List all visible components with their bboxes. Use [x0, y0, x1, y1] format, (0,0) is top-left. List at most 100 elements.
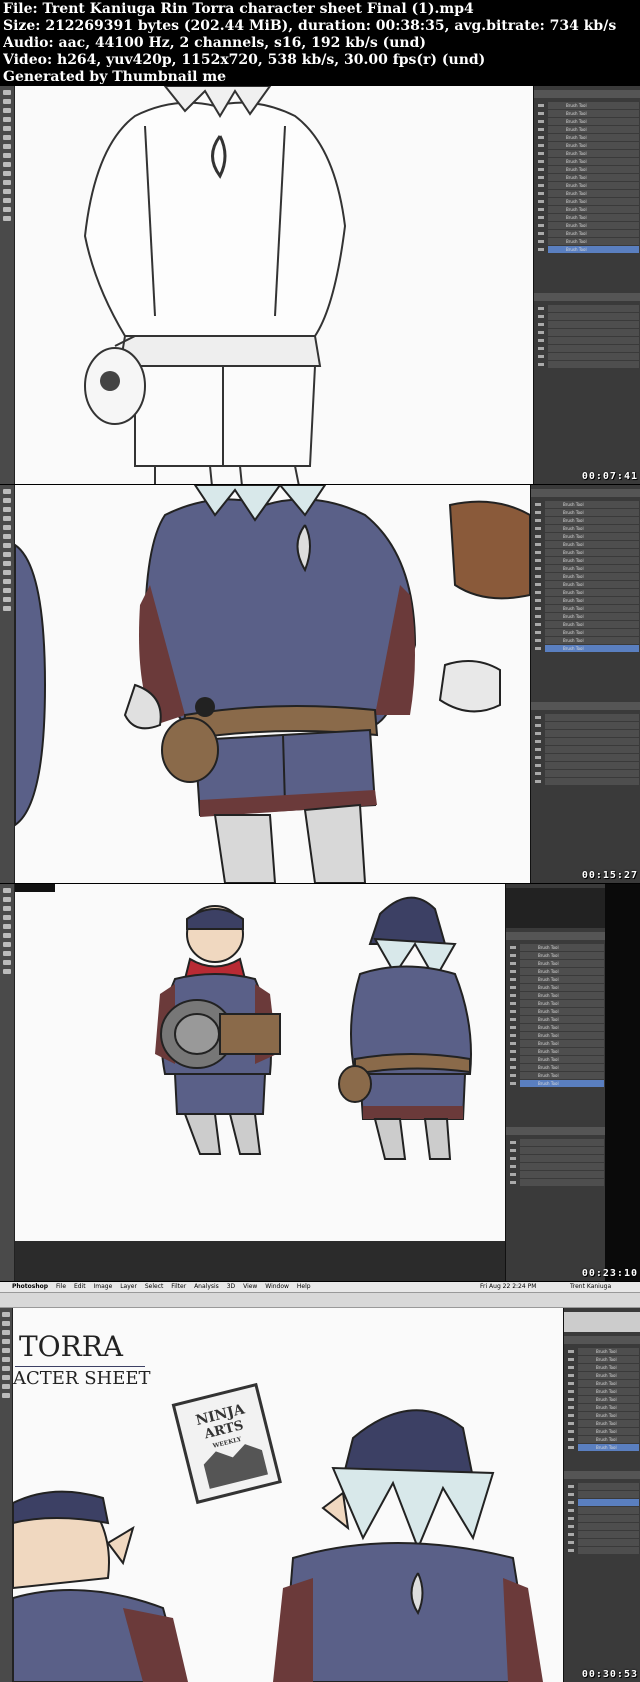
tool-icon[interactable] — [3, 135, 11, 140]
menu-view[interactable]: View — [243, 1283, 257, 1290]
tool-icon[interactable] — [3, 180, 11, 185]
menu-bar[interactable]: Photoshop File Edit Image Layer Select F… — [0, 1282, 640, 1293]
layer-row[interactable]: Brush Tool — [568, 1428, 639, 1435]
layer-row[interactable] — [568, 1499, 639, 1506]
layer-row[interactable] — [568, 1491, 639, 1498]
tool-icon[interactable] — [3, 207, 11, 212]
layer-row[interactable]: Brush Tool — [538, 150, 639, 157]
layer-row[interactable]: Brush Tool — [535, 509, 639, 516]
layer-row[interactable]: Brush Tool — [568, 1444, 639, 1451]
layer-row[interactable]: Brush Tool — [510, 952, 604, 959]
panel-tabs[interactable] — [531, 489, 640, 497]
menu-help[interactable]: Help — [297, 1283, 311, 1290]
tool-icon[interactable] — [3, 489, 11, 494]
tool-icon[interactable] — [3, 525, 11, 530]
tool-icon[interactable] — [3, 498, 11, 503]
layer-row[interactable]: Brush Tool — [538, 238, 639, 245]
layer-row[interactable]: Brush Tool — [535, 517, 639, 524]
layer-row[interactable]: Brush Tool — [510, 1048, 604, 1055]
layer-row[interactable]: Brush Tool — [510, 1008, 604, 1015]
layer-row[interactable]: Brush Tool — [568, 1380, 639, 1387]
tool-icon[interactable] — [3, 189, 11, 194]
tool-icon[interactable] — [3, 888, 11, 893]
menu-filter[interactable]: Filter — [171, 1283, 186, 1290]
layer-row[interactable]: Brush Tool — [538, 206, 639, 213]
tool-icon[interactable] — [2, 1357, 10, 1362]
tool-icon[interactable] — [3, 153, 11, 158]
layer-row[interactable]: Brush Tool — [568, 1420, 639, 1427]
layer-row[interactable]: Brush Tool — [538, 214, 639, 221]
tool-icon[interactable] — [3, 543, 11, 548]
layer-row[interactable]: Brush Tool — [538, 166, 639, 173]
layer-row[interactable] — [538, 337, 639, 344]
layer-row[interactable]: Brush Tool — [568, 1356, 639, 1363]
layer-row[interactable]: Brush Tool — [568, 1372, 639, 1379]
layer-row[interactable] — [538, 329, 639, 336]
canvas[interactable] — [15, 86, 533, 484]
layer-row[interactable]: Brush Tool — [510, 976, 604, 983]
layer-row[interactable] — [568, 1547, 639, 1554]
panel-tabs[interactable] — [564, 1336, 640, 1344]
layer-row[interactable]: Brush Tool — [538, 246, 639, 253]
layer-row[interactable]: Brush Tool — [535, 589, 639, 596]
tool-icon[interactable] — [2, 1384, 10, 1389]
layer-row[interactable] — [535, 746, 639, 753]
layer-row[interactable]: Brush Tool — [510, 1064, 604, 1071]
layer-row[interactable]: Brush Tool — [568, 1436, 639, 1443]
layers-panel[interactable]: Brush Tool Brush Tool Brush Tool Brush T… — [563, 1308, 640, 1682]
layer-row[interactable]: Brush Tool — [535, 629, 639, 636]
layer-row[interactable]: Brush Tool — [538, 222, 639, 229]
panel-tabs[interactable] — [506, 1127, 606, 1135]
layer-row[interactable]: Brush Tool — [538, 126, 639, 133]
canvas[interactable] — [15, 884, 505, 1241]
tools-panel[interactable] — [0, 485, 15, 883]
layer-row[interactable] — [538, 361, 639, 368]
tool-icon[interactable] — [2, 1321, 10, 1326]
layers-panel[interactable]: Brush Tool Brush Tool Brush Tool Brush T… — [533, 86, 640, 484]
layer-row[interactable]: Brush Tool — [510, 992, 604, 999]
layer-row[interactable] — [568, 1507, 639, 1514]
layer-row[interactable]: Brush Tool — [568, 1348, 639, 1355]
tool-icon[interactable] — [3, 534, 11, 539]
layer-row[interactable]: Brush Tool — [568, 1388, 639, 1395]
layer-row[interactable]: Brush Tool — [535, 613, 639, 620]
layer-row[interactable] — [538, 313, 639, 320]
layer-row[interactable]: Brush Tool — [535, 549, 639, 556]
layer-row[interactable] — [568, 1531, 639, 1538]
layer-row[interactable] — [535, 762, 639, 769]
layer-row[interactable]: Brush Tool — [510, 1072, 604, 1079]
layer-row[interactable]: Brush Tool — [510, 1016, 604, 1023]
layer-row[interactable] — [568, 1483, 639, 1490]
layer-row[interactable] — [510, 1147, 604, 1154]
tool-icon[interactable] — [2, 1339, 10, 1344]
layer-row[interactable]: Brush Tool — [510, 960, 604, 967]
panel-tabs[interactable] — [506, 932, 606, 940]
tool-icon[interactable] — [3, 198, 11, 203]
tool-icon[interactable] — [3, 906, 11, 911]
tool-icon[interactable] — [2, 1348, 10, 1353]
tool-icon[interactable] — [3, 960, 11, 965]
layer-row[interactable]: Brush Tool — [568, 1364, 639, 1371]
layer-row[interactable]: Brush Tool — [510, 1000, 604, 1007]
layers-panel[interactable]: Brush Tool Brush Tool Brush Tool Brush T… — [505, 884, 606, 1281]
tool-icon[interactable] — [3, 588, 11, 593]
layer-row[interactable]: Brush Tool — [535, 645, 639, 652]
layer-row[interactable]: Brush Tool — [538, 174, 639, 181]
layer-row[interactable]: Brush Tool — [538, 142, 639, 149]
layer-row[interactable] — [538, 305, 639, 312]
panel-tabs[interactable] — [564, 1312, 640, 1332]
layer-row[interactable] — [538, 321, 639, 328]
layer-row[interactable] — [535, 778, 639, 785]
tool-icon[interactable] — [3, 90, 11, 95]
tool-icon[interactable] — [3, 117, 11, 122]
canvas[interactable] — [15, 485, 530, 883]
layer-row[interactable]: Brush Tool — [568, 1396, 639, 1403]
tool-icon[interactable] — [3, 597, 11, 602]
layer-row[interactable]: Brush Tool — [538, 230, 639, 237]
tool-icon[interactable] — [3, 915, 11, 920]
menu-3d[interactable]: 3D — [227, 1283, 235, 1290]
tool-icon[interactable] — [2, 1312, 10, 1317]
layer-row[interactable]: Brush Tool — [538, 182, 639, 189]
menu-analysis[interactable]: Analysis — [194, 1283, 219, 1290]
layer-row[interactable] — [535, 738, 639, 745]
